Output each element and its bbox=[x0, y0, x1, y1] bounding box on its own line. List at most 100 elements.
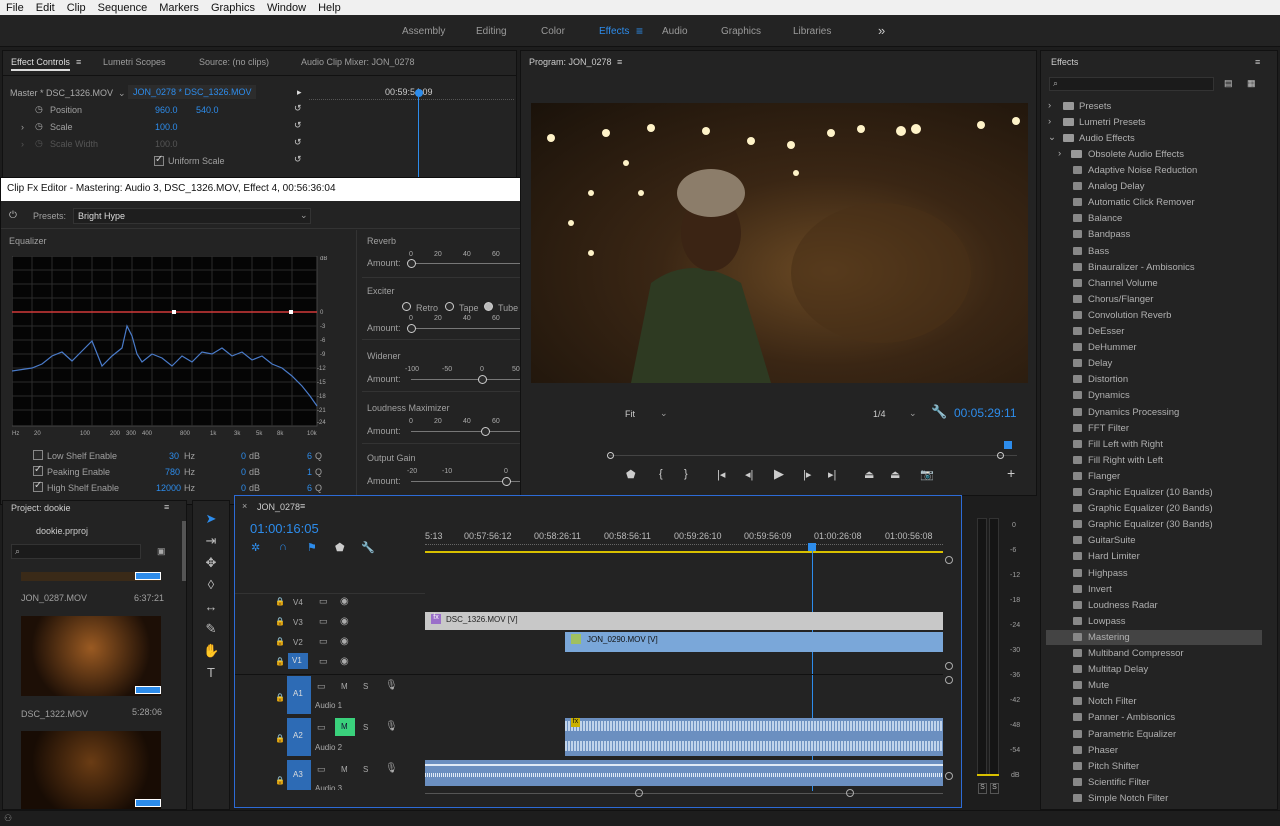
menu-markers[interactable]: Markers bbox=[153, 2, 205, 14]
chevron-down-icon[interactable]: ⌄ bbox=[118, 88, 126, 99]
sequence-clip-selector[interactable]: JON_0278 * DSC_1326.MOV bbox=[128, 85, 256, 99]
effect-item[interactable]: Dynamics Processing bbox=[1088, 407, 1179, 418]
workspace-libraries[interactable]: Libraries bbox=[793, 26, 831, 37]
effect-item[interactable]: Analog Delay bbox=[1088, 181, 1145, 192]
low-shelf-db[interactable]: 0 bbox=[241, 451, 246, 461]
program-title[interactable]: Program: JON_0278 bbox=[529, 57, 612, 67]
menu-window[interactable]: Window bbox=[261, 2, 312, 14]
folder-presets[interactable]: Presets bbox=[1079, 101, 1111, 112]
source-patch-a3[interactable]: A3 bbox=[287, 760, 311, 790]
scroll-handle[interactable] bbox=[945, 556, 953, 564]
eye-icon[interactable]: ◉ bbox=[340, 656, 349, 667]
sync-icon[interactable]: ▭ bbox=[317, 722, 326, 733]
effect-item[interactable]: Adaptive Noise Reduction bbox=[1088, 165, 1197, 176]
stopwatch-icon[interactable]: ◷ bbox=[35, 138, 43, 149]
effect-item[interactable]: Notch Filter bbox=[1088, 696, 1137, 707]
ec-playhead[interactable] bbox=[415, 89, 423, 97]
reset-icon[interactable]: ↺ bbox=[294, 103, 302, 114]
sequence-tab[interactable]: JON_0278 bbox=[257, 502, 300, 512]
sync-icon[interactable]: ▭ bbox=[317, 764, 326, 775]
folder-expanded-icon[interactable]: ⌄ bbox=[1048, 132, 1056, 143]
effect-item[interactable]: Pitch Shifter bbox=[1088, 761, 1139, 772]
sync-icon[interactable]: ▭ bbox=[319, 636, 328, 647]
step-forward-icon[interactable]: |▸ bbox=[803, 468, 811, 481]
eye-icon[interactable]: ◉ bbox=[340, 596, 349, 607]
effect-item[interactable]: Panner - Ambisonics bbox=[1088, 712, 1175, 723]
effect-item[interactable]: Invert bbox=[1088, 584, 1112, 595]
play-icon[interactable]: ▶ bbox=[774, 466, 784, 482]
scroll-handle[interactable] bbox=[945, 676, 953, 684]
low-shelf-checkbox[interactable] bbox=[33, 450, 43, 460]
effect-item[interactable]: Hard Limiter bbox=[1088, 551, 1140, 562]
lock-icon[interactable]: 🔒 bbox=[275, 693, 285, 702]
sync-icon[interactable]: ▭ bbox=[319, 616, 328, 627]
high-shelf-q[interactable]: 6 bbox=[307, 483, 312, 493]
solo-right-button[interactable]: S bbox=[990, 783, 999, 794]
peaking-q[interactable]: 1 bbox=[307, 467, 312, 477]
clip-dsc-1326-video[interactable]: fx DSC_1326.MOV [V] bbox=[425, 612, 943, 630]
workspace-editing[interactable]: Editing bbox=[476, 26, 507, 37]
project-thumbnail[interactable] bbox=[21, 616, 161, 696]
scroll-handle[interactable] bbox=[945, 772, 953, 780]
peaking-freq[interactable]: 780 bbox=[165, 467, 180, 477]
source-patch-a2[interactable]: A2 bbox=[287, 718, 311, 756]
reset-icon[interactable]: ↺ bbox=[294, 137, 302, 148]
fx-editor-titlebar[interactable]: Clip Fx Editor - Mastering: Audio 3, DSC… bbox=[1, 178, 607, 201]
zoom-fit-dropdown[interactable]: Fit ⌄ bbox=[620, 408, 672, 422]
effect-item[interactable]: Channel Volume bbox=[1088, 278, 1158, 289]
effect-item[interactable]: Lowpass bbox=[1088, 616, 1126, 627]
hand-icon[interactable]: ✋ bbox=[203, 643, 219, 659]
exciter-slider-knob[interactable] bbox=[407, 324, 416, 333]
effect-item[interactable]: Distortion bbox=[1088, 374, 1128, 385]
stopwatch-icon[interactable]: ◷ bbox=[35, 104, 43, 115]
effect-item[interactable]: Delay bbox=[1088, 358, 1112, 369]
effect-controls-menu-icon[interactable]: ≡ bbox=[76, 57, 81, 67]
effect-item[interactable]: Parametric Equalizer bbox=[1088, 729, 1176, 740]
lock-icon[interactable]: 🔒 bbox=[275, 597, 285, 606]
eye-icon[interactable]: ◉ bbox=[340, 636, 349, 647]
effect-item[interactable]: Mastering bbox=[1088, 632, 1130, 643]
timeline-playhead[interactable] bbox=[808, 543, 816, 551]
effects-search-input[interactable]: ⌕ bbox=[1049, 77, 1214, 91]
step-back-icon[interactable]: ◂| bbox=[745, 468, 753, 481]
pen-icon[interactable]: ✎ bbox=[203, 621, 219, 637]
go-to-in-icon[interactable]: |◂ bbox=[717, 468, 725, 481]
radio-tape[interactable] bbox=[445, 302, 454, 311]
project-item-name[interactable]: DSC_1322.MOV bbox=[21, 709, 88, 719]
effect-item[interactable]: Simple Notch Filter bbox=[1088, 793, 1168, 804]
menu-clip[interactable]: Clip bbox=[61, 2, 92, 14]
effect-item[interactable]: Scientific Filter bbox=[1088, 777, 1150, 788]
lock-icon[interactable]: 🔒 bbox=[275, 734, 285, 743]
mute-button[interactable]: M bbox=[341, 765, 348, 774]
zoom-handle[interactable] bbox=[997, 452, 1004, 459]
effect-item[interactable]: Convolution Reverb bbox=[1088, 310, 1171, 321]
effect-item[interactable]: FFT Filter bbox=[1088, 423, 1129, 434]
effect-item[interactable]: Fill Right with Left bbox=[1088, 455, 1163, 466]
program-menu-icon[interactable]: ≡ bbox=[617, 57, 622, 67]
low-shelf-q[interactable]: 6 bbox=[307, 451, 312, 461]
scroll-handle[interactable] bbox=[945, 662, 953, 670]
scale-value[interactable]: 100.0 bbox=[155, 122, 178, 132]
workspace-audio[interactable]: Audio bbox=[662, 26, 688, 37]
folder-collapsed-icon[interactable]: › bbox=[1048, 116, 1051, 127]
workspace-assembly[interactable]: Assembly bbox=[402, 26, 445, 37]
reset-icon[interactable]: ↺ bbox=[294, 120, 302, 131]
timeline-timecode[interactable]: 01:00:16:05 bbox=[250, 521, 319, 536]
effect-item[interactable]: Balance bbox=[1088, 213, 1122, 224]
wrench-icon[interactable]: 🔧 bbox=[361, 541, 375, 554]
play-arrow-icon[interactable]: ▸ bbox=[297, 87, 302, 98]
lift-icon[interactable]: ⏏ bbox=[864, 468, 874, 481]
audio-clip-a3[interactable] bbox=[425, 760, 943, 786]
workspace-menu-icon[interactable]: ≡ bbox=[636, 24, 643, 38]
loudness-slider-knob[interactable] bbox=[481, 427, 490, 436]
menu-edit[interactable]: Edit bbox=[30, 2, 61, 14]
presets-dropdown[interactable]: Bright Hype ⌄ bbox=[73, 208, 311, 224]
sync-icon[interactable]: ▭ bbox=[319, 656, 328, 667]
microphone-icon[interactable]: 🎙 bbox=[385, 680, 398, 691]
add-button-icon[interactable]: + bbox=[1007, 465, 1015, 481]
high-shelf-freq[interactable]: 12000 bbox=[156, 483, 181, 493]
effect-item[interactable]: GuitarSuite bbox=[1088, 535, 1136, 546]
tab-source[interactable]: Source: (no clips) bbox=[199, 57, 269, 67]
effect-item[interactable]: DeHummer bbox=[1088, 342, 1137, 353]
mute-button-active[interactable]: M bbox=[335, 718, 355, 736]
